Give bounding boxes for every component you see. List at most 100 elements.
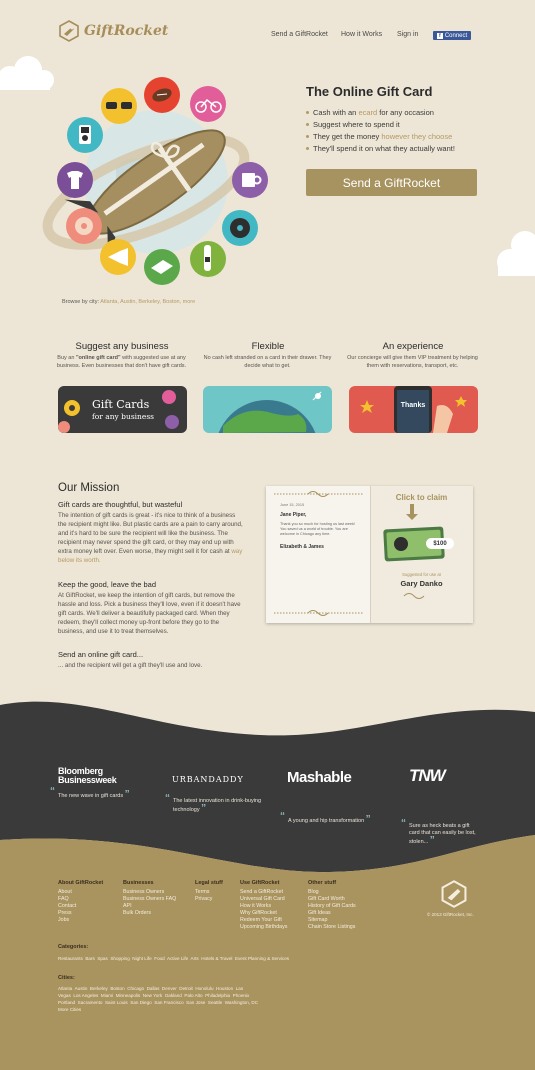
ecard-link[interactable]: ecard [358, 108, 377, 117]
footer-link[interactable]: Gift Ideas [308, 910, 356, 917]
nav-how-it-works[interactable]: How it Works [341, 31, 382, 38]
mashable-logo: Mashable [287, 769, 352, 786]
feature-title-flexible: Flexible [251, 341, 285, 352]
urbandaddy-logo: URBANDADDY [172, 775, 244, 784]
gift-card-recipient: Jane Piper, [280, 512, 307, 518]
press-quote-tnw: “Sure as heck beats a gift card that can… [401, 818, 476, 846]
footer-link[interactable]: Jobs [58, 917, 103, 924]
footer-link[interactable]: Blog [308, 889, 356, 896]
footer-link[interactable]: Contact [58, 903, 103, 910]
footer-link[interactable]: Business Owners FAQ [123, 896, 176, 903]
feature-desc-flexible: No cash left stranded on a card in their… [203, 355, 332, 369]
horn-icon [100, 239, 136, 275]
footer-link[interactable]: FAQ [58, 896, 103, 903]
nav-sign-in[interactable]: Sign in [397, 31, 418, 38]
donut-icon [66, 208, 102, 244]
city-links-line-2[interactable]: Vegas Los Angeles Miami Minneapolis New … [58, 992, 249, 999]
footer-link[interactable]: Sitemap [308, 917, 356, 924]
footer-link[interactable]: Universal Gift Card [240, 896, 287, 903]
footer-col-title: Legal stuff [195, 880, 223, 886]
gift-card-date: June 15, 2015 [280, 503, 305, 507]
gift-cards-card[interactable]: Gift Cards for any business [58, 386, 187, 433]
mission-paragraph-2: At GiftRocket, we keep the intention of … [58, 592, 241, 635]
press-quote-urbandaddy: “The latest innovation in drink-buying t… [165, 793, 262, 814]
however-link[interactable]: however they choose [381, 132, 452, 141]
thanks-text: Thanks [400, 402, 426, 409]
footer-link[interactable]: Terms [195, 889, 223, 896]
footer-band [0, 835, 535, 1070]
footer-link[interactable]: Bulk Orders [123, 910, 176, 917]
nav-send-giftrocket[interactable]: Send a GiftRocket [271, 31, 328, 38]
experience-card[interactable]: Thanks [349, 386, 478, 433]
browse-by-city: Browse by city: Atlanta, Austin, Berkele… [62, 299, 196, 305]
footer-col-other: Other stuff Blog Gift Card Worth History… [308, 880, 356, 931]
footer-link[interactable]: Upcoming Birthdays [240, 924, 287, 931]
mission-heading-1: Gift cards are thoughtful, but wasteful [58, 500, 183, 509]
facebook-icon: f [436, 32, 443, 39]
feature-title-experience: An experience [382, 341, 444, 352]
footer-col-title: Other stuff [308, 880, 337, 886]
footer-link[interactable]: About [58, 889, 103, 896]
tnw-logo: TNW [409, 766, 446, 785]
bullet-item: Suggest where to spend it [306, 119, 455, 131]
feature-desc-experience: Our concierge will give them VIP treatme… [347, 355, 478, 369]
footer-col-title: About GiftRocket [58, 880, 104, 886]
gift-card-message: Thank you so much for hosting us last we… [280, 522, 355, 536]
hero-illustration [42, 77, 268, 285]
copyright: © 2013 GiftRocket, Inc. [427, 912, 474, 917]
categories-title: Categories: [58, 944, 89, 950]
bullet-item: Cash with an ecard for any occasion [306, 107, 455, 119]
footer-link[interactable]: Chain Store Listings [308, 924, 356, 931]
footer-col-title: Use GiftRocket [240, 880, 280, 886]
category-links[interactable]: Restaurants Bars Spas Shopping Night Lif… [58, 955, 289, 962]
bullet-item: They get the money however they choose [306, 131, 455, 143]
mission-paragraph-1: The intention of gift cards is great - i… [58, 512, 243, 564]
footer-rocket-logo-icon [441, 880, 467, 908]
logo[interactable]: GiftRocket [58, 20, 168, 42]
vinyl-record-icon [222, 210, 258, 246]
gift-cards-card-subtitle: for any business [92, 412, 155, 421]
footer-link[interactable]: Business Owners [123, 889, 176, 896]
footer-link[interactable]: Gift Card Worth [308, 896, 356, 903]
gift-amount: $100 [426, 538, 454, 549]
footer-col-legal: Legal stuff Terms Privacy [195, 880, 223, 903]
suggested-label: Suggested for use at [402, 572, 441, 577]
mission-heading-3: Send an online gift card... [58, 650, 144, 659]
footer-link[interactable]: API [123, 903, 176, 910]
book-icon [144, 249, 180, 285]
footer-link[interactable]: Send a GiftRocket [240, 889, 287, 896]
footer-link[interactable]: Press [58, 910, 103, 917]
city-links[interactable]: Atlanta, Austin, Berkeley, Boston, more [100, 299, 195, 305]
bloomberg-businessweek-logo: Bloomberg Businessweek [58, 766, 117, 785]
connect-label: Connect [444, 32, 468, 39]
city-links-line-1[interactable]: Atlanta Austin Berkeley Boston Chicago D… [58, 985, 243, 992]
footer-col-about: About GiftRocket About FAQ Contact Press… [58, 880, 103, 924]
footer-col-title: Businesses [123, 880, 154, 886]
send-giftrocket-button[interactable]: Send a GiftRocket [306, 169, 477, 196]
brand-name: GiftRocket [84, 23, 169, 39]
hero-bullets: Cash with an ecard for any occasion Sugg… [306, 107, 455, 155]
footer-link[interactable]: Why GiftRocket [240, 910, 287, 917]
cloud-right [497, 231, 535, 276]
flexible-card[interactable] [203, 386, 332, 433]
city-links-line-3[interactable]: Portland Sacramento Saint Louis San Dieg… [58, 999, 258, 1006]
bicycle-icon [190, 86, 226, 122]
facebook-connect-button[interactable]: f Connect [433, 31, 471, 40]
tshirt-icon [57, 162, 93, 198]
football-icon [144, 77, 180, 113]
footer-link[interactable]: Privacy [195, 896, 223, 903]
globe-graphic [218, 391, 322, 433]
click-to-claim[interactable]: Click to claim [370, 493, 473, 502]
footer-link[interactable]: History of Gift Cards [308, 903, 356, 910]
mission-title: Our Mission [58, 482, 120, 494]
gift-card-preview[interactable]: June 15, 2015 Jane Piper, Thank you so m… [266, 486, 473, 623]
gift-card-sender: Elizabeth & James [280, 544, 324, 550]
footer-link[interactable]: How it Works [240, 903, 287, 910]
more-cities-link[interactable]: More Cities [58, 1006, 81, 1013]
footer-link[interactable]: Redeem Your Gift [240, 917, 287, 924]
music-player-icon [67, 117, 103, 153]
feature-desc-suggest: Buy an "online gift card" with suggested… [56, 355, 187, 369]
footer-col-businesses: Businesses Business Owners Business Owne… [123, 880, 176, 917]
rocket-logo-icon [59, 20, 79, 42]
bullet-item: They'll spend it on what they actually w… [306, 143, 455, 155]
